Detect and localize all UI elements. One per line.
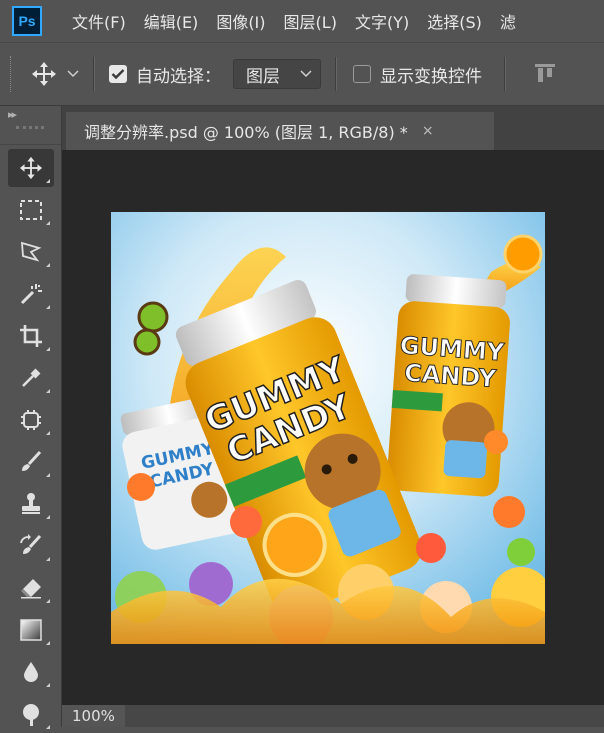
expand-panel-icon[interactable]: ▸▸ (8, 108, 17, 121)
menu-bar: Ps 文件(F) 编辑(E) 图像(I) 图层(L) 文字(Y) 选择(S) 滤 (0, 0, 604, 42)
clone-stamp-icon (22, 493, 40, 514)
eyedropper-icon (22, 368, 41, 387)
eraser-tool[interactable] (8, 569, 54, 607)
tool-group-indicator (46, 473, 50, 477)
document-tab[interactable]: 调整分辨率.psd @ 100% (图层 1, RGB/8) * × (66, 112, 494, 150)
move-tool[interactable] (8, 149, 54, 187)
auto-select-checkbox[interactable] (109, 65, 127, 83)
close-icon[interactable]: × (422, 123, 434, 139)
history-brush-tool[interactable] (8, 527, 54, 565)
show-transform-controls-checkbox[interactable] (353, 65, 371, 83)
menu-select[interactable]: 选择(S) (427, 9, 482, 33)
tool-group-indicator (46, 221, 50, 225)
tool-group-indicator (46, 431, 50, 435)
eraser-icon (21, 579, 41, 599)
checkmark-icon (111, 69, 125, 80)
gradient-icon (20, 619, 42, 641)
blur-drop-icon (24, 662, 38, 682)
tool-group-indicator (46, 389, 50, 393)
divider (335, 57, 337, 91)
document-tab-title: 调整分辨率.psd @ 100% (图层 1, RGB/8) * (84, 123, 408, 142)
tool-preset-picker[interactable] (31, 61, 79, 87)
options-bar-grip[interactable] (10, 56, 13, 92)
canvas-area[interactable]: GUMMY CANDY GUMMY CANDY GUMMY CANDY (62, 150, 604, 705)
tool-group-indicator (46, 179, 50, 183)
tools-panel: ▸▸ (0, 106, 62, 729)
chevron-down-icon (67, 70, 79, 78)
status-bar: 100% (62, 705, 604, 727)
tools-panel-header[interactable]: ▸▸ (0, 106, 61, 145)
healing-brush-icon (21, 410, 41, 430)
crop-icon (20, 325, 42, 347)
gummy-candy (493, 496, 525, 528)
chevron-down-icon (300, 70, 312, 78)
tool-group-indicator (46, 515, 50, 519)
menu-edit[interactable]: 编辑(E) (144, 9, 199, 33)
document-tab-bar: 调整分辨率.psd @ 100% (图层 1, RGB/8) * × (62, 106, 604, 150)
menu-file[interactable]: 文件(F) (72, 9, 126, 33)
polygon-lasso-icon (21, 241, 42, 262)
dodge-tool[interactable] (8, 695, 54, 733)
tool-group-indicator (46, 683, 50, 687)
gummy-candy (484, 430, 508, 454)
tool-group-indicator (46, 305, 50, 309)
brush-icon (22, 450, 42, 471)
eyedropper-tool[interactable] (8, 359, 54, 397)
photoshop-logo-icon[interactable]: Ps (12, 6, 42, 36)
auto-select-label: 自动选择： (136, 66, 221, 87)
healing-tool[interactable] (8, 401, 54, 439)
gummy-candy (127, 473, 155, 501)
menu-filter[interactable]: 滤 (500, 9, 516, 33)
move-icon (19, 156, 43, 180)
jar-right: GUMMY CANDY (387, 274, 510, 497)
divider (504, 57, 506, 91)
menu-layer[interactable]: 图层(L) (284, 9, 337, 33)
blur-tool[interactable] (8, 653, 54, 691)
tool-group-indicator (46, 725, 50, 729)
crop-tool[interactable] (8, 317, 54, 355)
zoom-level[interactable]: 100% (62, 705, 125, 727)
tool-group-indicator (46, 599, 50, 603)
auto-select-target-dropdown[interactable]: 图层 (233, 59, 321, 89)
tool-group-indicator (46, 557, 50, 561)
brush-tool[interactable] (8, 443, 54, 481)
tool-group-indicator (46, 641, 50, 645)
magic-wand-icon (20, 284, 42, 305)
dropdown-value: 图层 (246, 66, 280, 87)
gummy-candy (230, 506, 262, 538)
rect-marquee-icon (20, 200, 42, 220)
marquee-tool[interactable] (8, 191, 54, 229)
move-icon (32, 62, 56, 86)
gradient-tool[interactable] (8, 611, 54, 649)
dodge-icon (23, 704, 39, 726)
document-artwork[interactable]: GUMMY CANDY GUMMY CANDY GUMMY CANDY (111, 212, 545, 644)
kiwi-slice (137, 301, 169, 333)
orange-slice (503, 234, 543, 274)
stamp-tool[interactable] (8, 485, 54, 523)
gummy-candy (507, 538, 535, 566)
align-top-edges-icon[interactable] (534, 62, 556, 86)
panel-grip (16, 126, 44, 129)
menu-type[interactable]: 文字(Y) (355, 9, 409, 33)
options-bar: 自动选择： 图层 显示变换控件 (0, 42, 604, 106)
show-transform-controls-label: 显示变换控件 (380, 66, 482, 87)
lasso-tool[interactable] (8, 233, 54, 271)
history-brush-icon (20, 534, 42, 554)
tool-group-indicator (46, 263, 50, 267)
kiwi-slice (133, 328, 161, 356)
tool-group-indicator (46, 347, 50, 351)
gummy-candy (416, 533, 446, 563)
menu-image[interactable]: 图像(I) (216, 9, 265, 33)
quick-select-tool[interactable] (8, 275, 54, 313)
divider (93, 57, 95, 91)
